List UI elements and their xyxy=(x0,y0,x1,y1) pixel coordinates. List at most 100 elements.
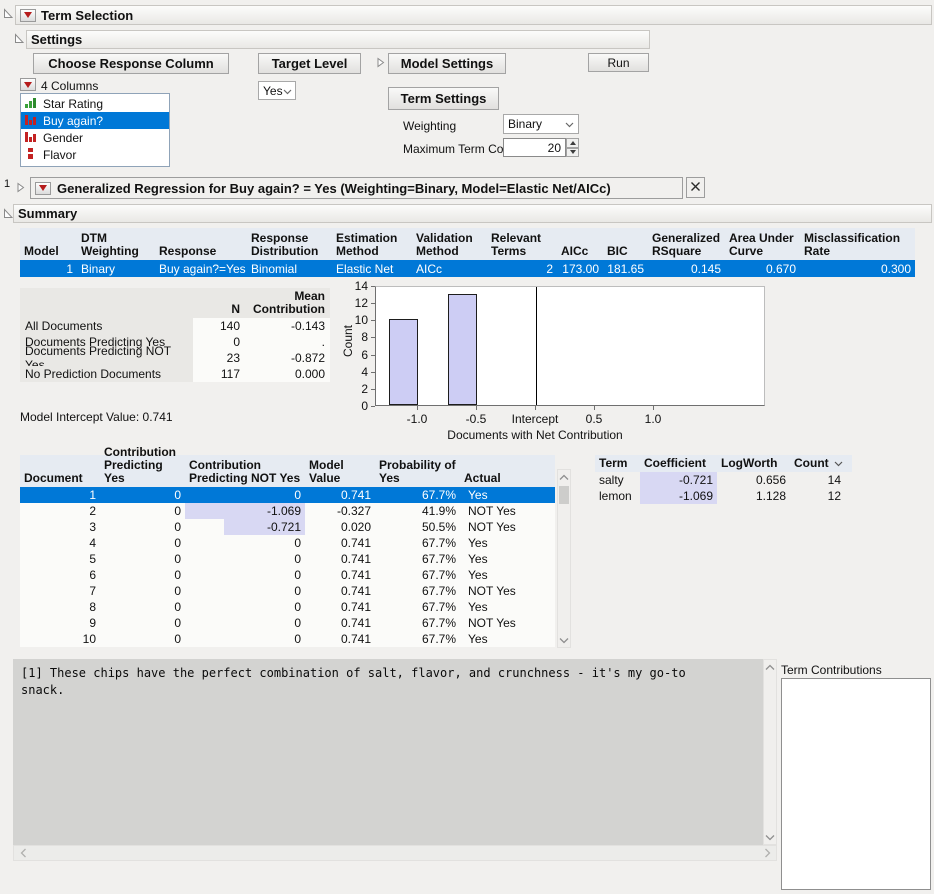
column-header: Coefficient xyxy=(640,455,717,472)
scroll-down-icon[interactable] xyxy=(558,634,570,646)
table-row[interactable]: 6 0 0 0.741 67.7% Yes xyxy=(20,567,555,583)
column-header: N xyxy=(193,288,245,318)
scroll-right-icon[interactable] xyxy=(761,847,773,859)
documents-table-header: Document Contribution Predicting Yes Con… xyxy=(20,455,555,487)
column-header: Term xyxy=(595,455,640,472)
stepper-up-button[interactable] xyxy=(566,138,579,148)
table-row: Documents Predicting NOT Yes 23 -0.872 xyxy=(20,350,330,366)
model-settings-button[interactable]: Model Settings xyxy=(388,53,506,74)
table-row[interactable]: 8 0 0 0.741 67.7% Yes xyxy=(20,599,555,615)
table-row[interactable]: 2 0 -1.069 -0.327 41.9% NOT Yes xyxy=(20,503,555,519)
column-header: Area Under Curve xyxy=(725,228,800,260)
sort-descending-icon[interactable] xyxy=(834,457,843,470)
column-header: LogWorth xyxy=(717,455,790,472)
column-header: Estimation Method xyxy=(332,228,412,260)
document-text-viewer[interactable]: [1] These chips have the perfect combina… xyxy=(13,659,763,845)
column-header: Response Distribution xyxy=(247,228,332,260)
disclosure-closed-icon[interactable] xyxy=(16,182,25,193)
response-column-list: Star Rating Buy again? Gender Flavor xyxy=(20,93,170,167)
red-triangle-menu-icon[interactable] xyxy=(35,182,51,195)
column-header: Contribution Predicting NOT Yes xyxy=(185,455,305,487)
model-intercept-note: Model Intercept Value: 0.741 xyxy=(20,410,173,424)
disclosure-open-icon[interactable] xyxy=(13,33,24,44)
summary-table-row[interactable]: 1 Binary Buy again?=Yes Binomial Elastic… xyxy=(20,260,915,277)
list-item-gender[interactable]: Gender xyxy=(21,129,169,146)
terms-table-header: Term Coefficient LogWorth Count xyxy=(595,455,852,472)
document-viewer-vertical-scrollbar[interactable] xyxy=(763,659,777,845)
column-header-count[interactable]: Count xyxy=(790,455,845,472)
table-row[interactable]: 1 0 0 0.741 67.7% Yes xyxy=(20,487,555,503)
ordinal-column-icon xyxy=(25,97,38,111)
settings-title: Settings xyxy=(31,32,82,47)
x-tick-mark xyxy=(476,406,477,410)
page-title: Term Selection xyxy=(41,8,133,23)
settings-header: Settings xyxy=(26,30,650,49)
summary-table-header: Model DTM Weighting Response Response Di… xyxy=(20,228,915,260)
scroll-up-icon[interactable] xyxy=(764,661,776,673)
column-header: Probability of Yes xyxy=(375,455,460,487)
nominal-column-icon xyxy=(25,131,38,145)
table-row: No Prediction Documents 117 0.000 xyxy=(20,366,330,382)
column-header: Misclassification Rate xyxy=(800,228,915,260)
scroll-left-icon[interactable] xyxy=(17,847,29,859)
x-tick-mark xyxy=(594,406,595,410)
column-header: Validation Method xyxy=(412,228,487,260)
close-icon xyxy=(689,180,702,196)
weighting-label: Weighting xyxy=(403,119,456,133)
max-term-count-input[interactable]: 20 xyxy=(503,138,566,157)
run-button[interactable]: Run xyxy=(588,53,649,72)
chevron-down-icon xyxy=(565,117,574,131)
column-header: Contribution Predicting Yes xyxy=(100,455,185,487)
report-index: 1 xyxy=(4,178,10,190)
x-axis-label: Documents with Net Contribution xyxy=(447,428,622,442)
target-level-select[interactable]: Yes xyxy=(258,81,296,100)
chevron-down-icon xyxy=(283,84,292,98)
column-header: Actual xyxy=(460,455,555,487)
column-header: Model xyxy=(20,228,77,260)
choose-response-column-button[interactable]: Choose Response Column xyxy=(33,53,229,74)
x-tick-label: -0.5 xyxy=(466,412,487,426)
weighting-select[interactable]: Binary xyxy=(503,114,579,134)
scrollbar-thumb[interactable] xyxy=(559,486,569,504)
document-stats-table: N Mean Contribution All Documents 140 -0… xyxy=(20,288,330,382)
document-viewer-horizontal-scrollbar[interactable] xyxy=(13,845,777,861)
column-header: Document xyxy=(20,455,100,487)
target-level-button[interactable]: Target Level xyxy=(258,53,361,74)
table-row[interactable]: 5 0 0 0.741 67.7% Yes xyxy=(20,551,555,567)
documents-table-scrollbar[interactable] xyxy=(557,469,571,648)
summary-header: Summary xyxy=(13,204,932,223)
x-tick-label: -1.0 xyxy=(407,412,428,426)
list-item-star-rating[interactable]: Star Rating xyxy=(21,95,169,112)
column-header: Mean Contribution xyxy=(245,288,330,318)
x-tick-label: 0.5 xyxy=(586,412,603,426)
scroll-down-icon[interactable] xyxy=(764,831,776,843)
x-tick-mark xyxy=(535,406,536,410)
model-report-title-bar: Generalized Regression for Buy again? = … xyxy=(30,177,683,199)
list-item-flavor[interactable]: Flavor xyxy=(21,146,169,163)
stepper-down-button[interactable] xyxy=(566,148,579,158)
list-item-buy-again[interactable]: Buy again? xyxy=(21,112,169,129)
columns-red-triangle-menu-icon[interactable] xyxy=(20,78,36,91)
disclosure-open-icon[interactable] xyxy=(2,8,13,19)
table-row[interactable]: lemon -1.069 1.128 12 xyxy=(595,488,852,504)
table-row[interactable]: 4 0 0 0.741 67.7% Yes xyxy=(20,535,555,551)
jmp-term-selection-window: { "app": { "title": "Term Selection" }, … xyxy=(0,0,934,894)
term-settings-button[interactable]: Term Settings xyxy=(388,87,499,110)
net-contribution-histogram: Count 02468101214 -1.0-0.5Intercept0.51.… xyxy=(340,282,780,450)
table-row[interactable]: 10 0 0 0.741 67.7% Yes xyxy=(20,631,555,647)
red-triangle-menu-icon[interactable] xyxy=(20,9,36,22)
term-contributions-panel[interactable] xyxy=(781,678,931,890)
scroll-up-icon[interactable] xyxy=(558,471,570,483)
disclosure-open-icon[interactable] xyxy=(2,208,13,219)
table-row[interactable]: 7 0 0 0.741 67.7% NOT Yes xyxy=(20,583,555,599)
x-tick-label: 1.0 xyxy=(645,412,662,426)
nominal-column-icon xyxy=(25,148,38,162)
disclosure-closed-icon[interactable] xyxy=(376,57,385,68)
table-row[interactable]: salty -0.721 0.656 14 xyxy=(595,472,852,488)
x-tick-mark xyxy=(417,406,418,410)
column-header: Model Value xyxy=(305,455,375,487)
model-report-title: Generalized Regression for Buy again? = … xyxy=(57,181,611,196)
close-report-button[interactable] xyxy=(686,177,705,198)
table-row[interactable]: 9 0 0 0.741 67.7% NOT Yes xyxy=(20,615,555,631)
table-row[interactable]: 3 0 -0.721 0.020 50.5% NOT Yes xyxy=(20,519,555,535)
